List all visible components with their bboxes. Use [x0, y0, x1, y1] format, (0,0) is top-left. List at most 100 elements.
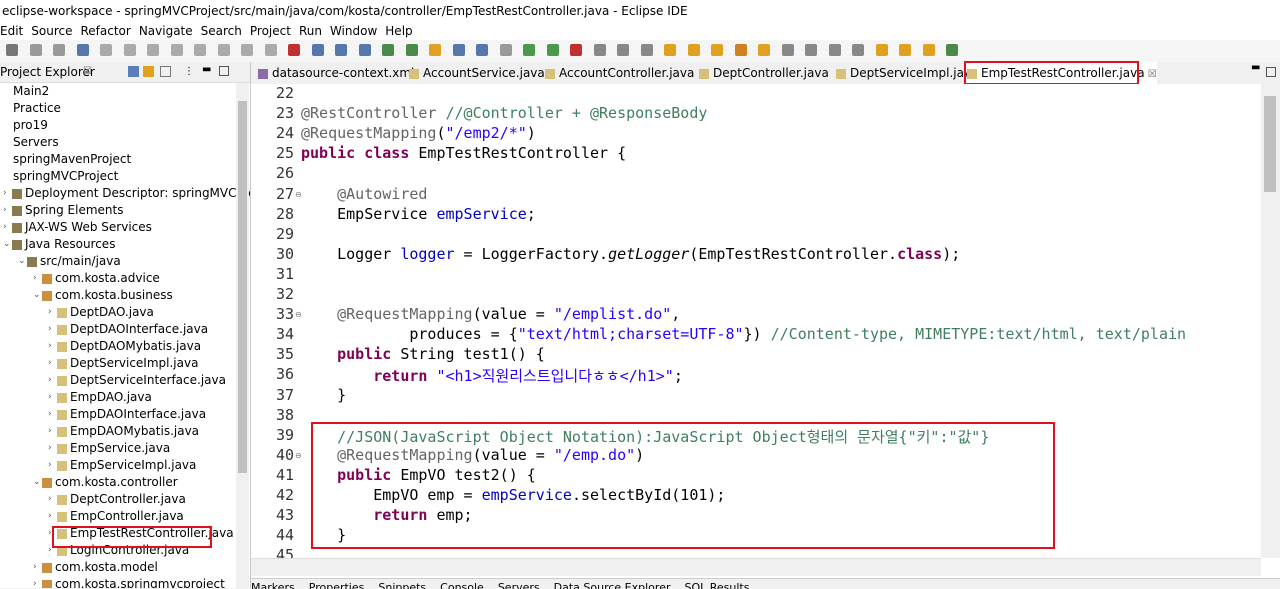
link-editor-icon[interactable]	[143, 66, 154, 77]
chevron-right-icon[interactable]: ›	[48, 440, 52, 457]
toolbar-icon[interactable]	[170, 44, 183, 56]
toolbar-icon[interactable]	[405, 44, 418, 56]
close-icon[interactable]: ☒	[1145, 69, 1157, 80]
tree-item[interactable]: › DeptDAO.java	[0, 304, 236, 321]
toolbar-icon[interactable]	[194, 44, 206, 56]
tree-item[interactable]: Servers	[0, 134, 236, 151]
menu-item-window[interactable]: Window	[326, 22, 381, 40]
tree-item[interactable]: › EmpService.java	[0, 440, 236, 457]
menu-item-navigate[interactable]: Navigate	[135, 22, 197, 40]
tree-item[interactable]: ⌄ com.kosta.business	[0, 287, 236, 304]
menu-item-refactor[interactable]: Refactor	[76, 22, 134, 40]
tree-item[interactable]: Main2	[0, 83, 236, 100]
chevron-right-icon[interactable]: ›	[48, 491, 52, 508]
menu-item-edit[interactable]: Edit	[0, 22, 27, 40]
toolbar-icon[interactable]	[687, 44, 700, 56]
scrollbar-thumb[interactable]	[1264, 96, 1276, 192]
chevron-right-icon[interactable]: ›	[33, 576, 37, 588]
tree-item[interactable]: ⌄ Java Resources	[0, 236, 236, 253]
chevron-down-icon[interactable]: ⌄	[33, 287, 41, 304]
chevron-right-icon[interactable]: ›	[3, 219, 7, 236]
chevron-right-icon[interactable]: ›	[48, 389, 52, 406]
chevron-right-icon[interactable]: ›	[48, 423, 52, 440]
toolbar-icon[interactable]	[311, 44, 324, 56]
toolbar-icon[interactable]	[53, 44, 65, 56]
filter-icon[interactable]	[160, 66, 171, 77]
editor-tab[interactable]: AccountService.java	[409, 62, 545, 84]
tree-item[interactable]: springMVCProject	[0, 168, 236, 185]
toolbar-icon[interactable]	[499, 44, 512, 56]
toolbar-icon[interactable]	[781, 44, 794, 56]
toolbar-icon[interactable]	[828, 44, 841, 56]
editor-tab[interactable]: DeptServiceImpl.java	[836, 62, 978, 84]
toolbar-icon[interactable]	[358, 44, 371, 56]
tree-item[interactable]: › EmpServiceImpl.java	[0, 457, 236, 474]
toolbar-icon[interactable]	[217, 44, 230, 56]
toolbar-icon[interactable]	[758, 44, 770, 56]
toolbar-icon[interactable]	[452, 44, 465, 56]
tree-item[interactable]: › EmpController.java	[0, 508, 236, 525]
tree-item[interactable]: › com.kosta.springmvcproject	[0, 576, 236, 588]
toolbar-icon[interactable]	[922, 44, 935, 56]
toolbar-icon[interactable]	[640, 44, 653, 56]
tree-item[interactable]: › DeptController.java	[0, 491, 236, 508]
toolbar-icon[interactable]	[264, 44, 277, 56]
chevron-right-icon[interactable]: ›	[48, 406, 52, 423]
toolbar-icon[interactable]	[6, 44, 18, 56]
tree-item[interactable]: ⌄ src/main/java	[0, 253, 236, 270]
tree-item[interactable]: › DeptServiceImpl.java	[0, 355, 236, 372]
toolbar-icon[interactable]	[123, 44, 136, 56]
chevron-right-icon[interactable]: ›	[48, 355, 52, 372]
chevron-right-icon[interactable]: ›	[3, 185, 7, 202]
chevron-right-icon[interactable]: ›	[48, 304, 52, 321]
menu-item-search[interactable]: Search	[197, 22, 246, 40]
toolbar-icon[interactable]	[570, 44, 582, 56]
toolbar-icon[interactable]	[711, 44, 723, 56]
chevron-down-icon[interactable]: ⌄	[33, 474, 41, 491]
tree-item[interactable]: ⌄ com.kosta.controller	[0, 474, 236, 491]
tree-item[interactable]: › DeptServiceInterface.java	[0, 372, 236, 389]
toolbar-icon[interactable]	[734, 44, 747, 56]
editor-tab[interactable]: AccountController.java	[545, 62, 694, 84]
menu-item-source[interactable]: Source	[27, 22, 76, 40]
minimize-icon[interactable]: ▬	[1251, 62, 1260, 73]
maximize-icon[interactable]	[219, 66, 229, 76]
toolbar-icon[interactable]	[875, 44, 888, 56]
toolbar-icon[interactable]	[429, 44, 441, 56]
chevron-right-icon[interactable]: ›	[48, 372, 52, 389]
chevron-right-icon[interactable]: ›	[33, 270, 37, 287]
chevron-down-icon[interactable]: ⌄	[18, 253, 26, 270]
maximize-icon[interactable]	[1266, 67, 1276, 77]
scrollbar-thumb[interactable]	[238, 101, 247, 473]
close-icon[interactable]: ☒	[83, 62, 92, 82]
chevron-right-icon[interactable]: ›	[48, 508, 52, 525]
toolbar-icon[interactable]	[288, 44, 300, 56]
tree-item[interactable]: Practice	[0, 100, 236, 117]
toolbar-icon[interactable]	[523, 44, 535, 56]
editor-horizontal-scrollbar[interactable]	[251, 558, 1261, 576]
toolbar-icon[interactable]	[241, 44, 253, 56]
editor-vertical-scrollbar[interactable]	[1261, 84, 1280, 558]
menu-item-project[interactable]: Project	[246, 22, 295, 40]
chevron-right-icon[interactable]: ›	[33, 559, 37, 576]
explorer-scrollbar[interactable]	[236, 83, 249, 588]
chevron-right-icon[interactable]: ›	[48, 338, 52, 355]
tree-item[interactable]: springMavenProject	[0, 151, 236, 168]
toolbar-icon[interactable]	[476, 44, 488, 56]
editor-tab[interactable]: datasource-context.xml	[258, 62, 414, 84]
tree-item[interactable]: › JAX-WS Web Services	[0, 219, 236, 236]
minimize-icon[interactable]: ▬	[202, 65, 213, 77]
toolbar-icon[interactable]	[147, 44, 159, 56]
toolbar-icon[interactable]	[899, 44, 911, 56]
toolbar-icon[interactable]	[382, 44, 394, 56]
collapse-all-icon[interactable]	[128, 66, 139, 77]
chevron-down-icon[interactable]: ⌄	[3, 236, 11, 253]
tree-item[interactable]: › DeptDAOInterface.java	[0, 321, 236, 338]
chevron-right-icon[interactable]: ›	[3, 202, 7, 219]
tree-item[interactable]: › com.kosta.advice	[0, 270, 236, 287]
tree-item[interactable]: › EmpDAOMybatis.java	[0, 423, 236, 440]
toolbar-icon[interactable]	[100, 44, 112, 56]
chevron-right-icon[interactable]: ›	[48, 457, 52, 474]
tree-item[interactable]: pro19	[0, 117, 236, 134]
menu-item-help[interactable]: Help	[381, 22, 416, 40]
